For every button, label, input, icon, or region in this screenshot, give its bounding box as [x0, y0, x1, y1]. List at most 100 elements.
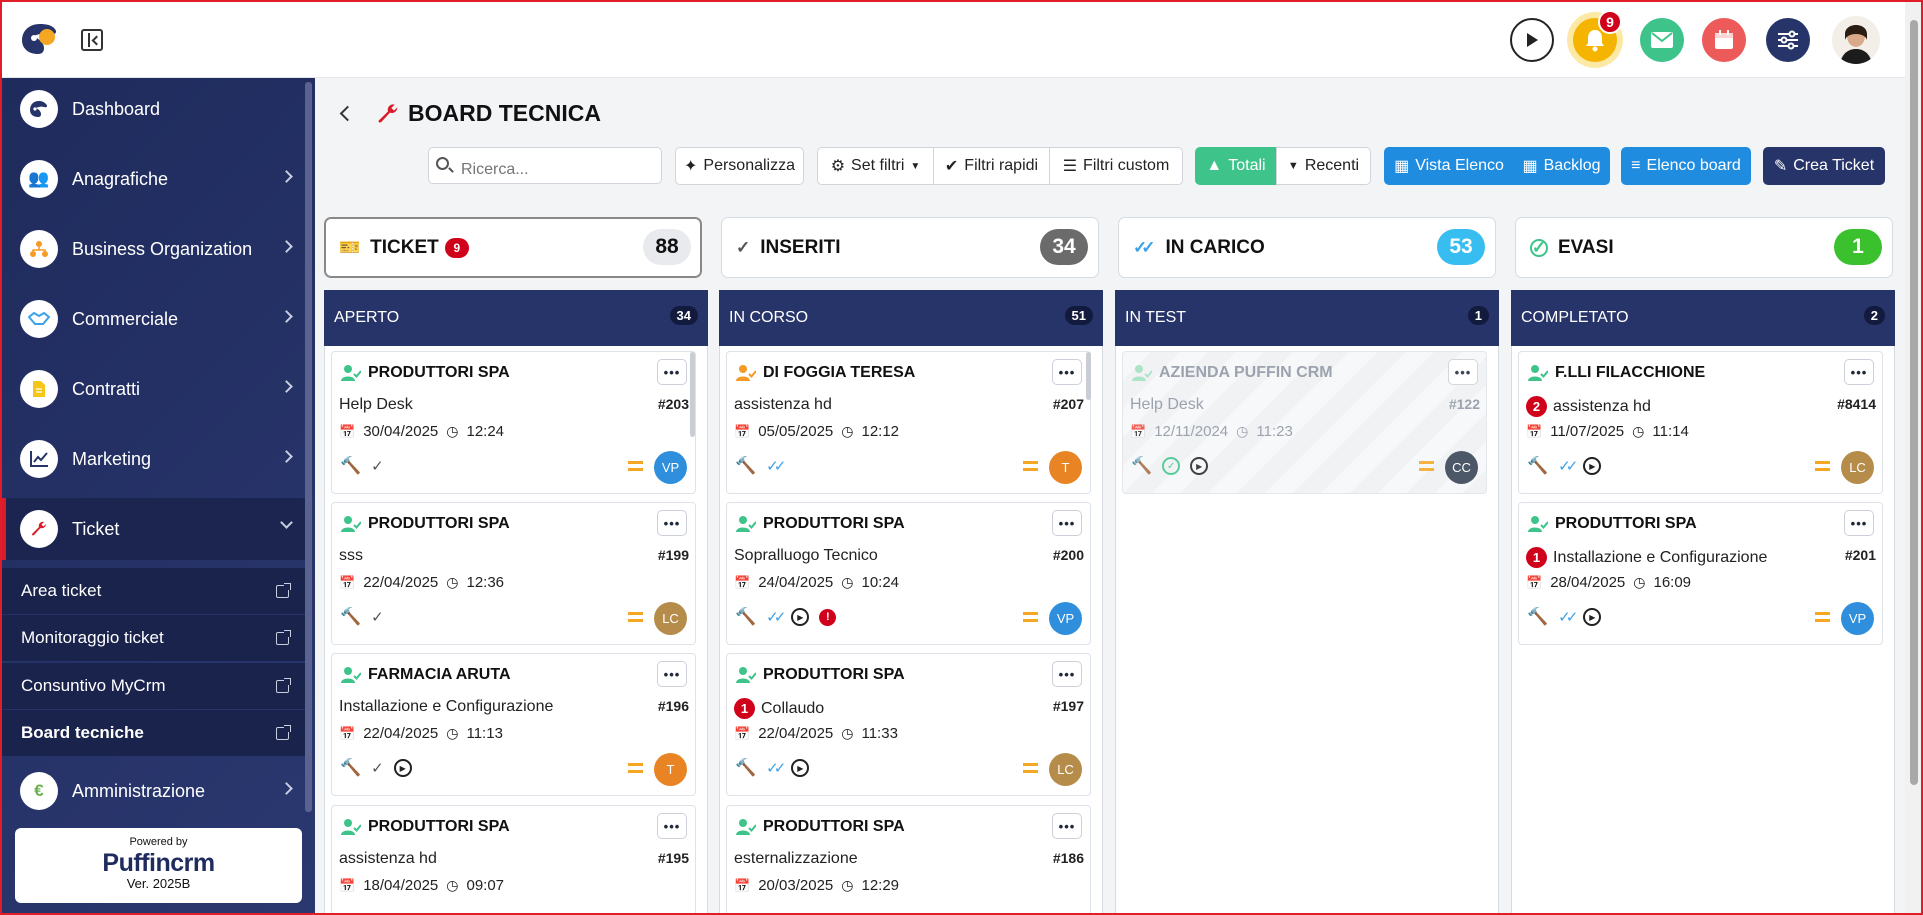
ticket-card[interactable]: F.LLI FILACCHIONE ••• 2 assistenza hd #84…: [1518, 351, 1883, 494]
assignee-avatar[interactable]: T: [654, 753, 687, 786]
ticket-time: 12:29: [861, 877, 900, 894]
ticket-card[interactable]: PRODUTTORI SPA ••• Help Desk #203 📅 30/0…: [331, 351, 696, 494]
more-options-button[interactable]: •••: [1448, 359, 1478, 385]
ticket-status-icons: 🔨 ✓ ▶: [1131, 456, 1209, 476]
settings-sliders-icon: [1778, 30, 1798, 50]
play-circle-icon[interactable]: ▶: [791, 608, 810, 626]
ticket-card[interactable]: PRODUTTORI SPA ••• 1 Collaudo #197 📅 22/0…: [726, 653, 1091, 796]
set-filtri-button[interactable]: ⚙ Set filtri ▼: [817, 147, 934, 185]
calendar-icon: 📅: [1526, 574, 1543, 590]
ticket-description: sss: [339, 547, 363, 565]
ticket-number: #203: [657, 396, 689, 412]
column-title: APERTO: [334, 309, 400, 326]
page-scrollbar-thumb[interactable]: [1910, 20, 1918, 785]
ticket-card[interactable]: PRODUTTORI SPA ••• assistenza hd #195 📅 …: [331, 805, 696, 915]
summary-evasi[interactable]: ✓ EVASI 1: [1515, 217, 1893, 278]
calendar-icon: 📅: [339, 725, 356, 741]
more-options-button[interactable]: •••: [657, 510, 687, 536]
ticket-date: 18/04/2025: [363, 877, 439, 894]
assignee-avatar[interactable]: T: [1049, 451, 1082, 484]
sidebar-scrollbar[interactable]: [305, 82, 312, 812]
ticket-number: #207: [1052, 396, 1084, 412]
sidebar-item-dashboard[interactable]: Dashboard: [2, 78, 305, 140]
priority-medium-icon: [1023, 612, 1038, 622]
play-circle-icon[interactable]: ▶: [393, 759, 412, 777]
personalizza-button[interactable]: ✦ Personalizza: [675, 147, 804, 185]
sidebar-subitem-area-ticket[interactable]: Area ticket: [2, 568, 305, 614]
summary-ticket[interactable]: 🎫 TICKET 9 88: [324, 217, 702, 278]
more-options-button[interactable]: •••: [1052, 661, 1082, 687]
assignee-avatar[interactable]: VP: [1841, 602, 1874, 635]
ticket-card[interactable]: PRODUTTORI SPA ••• Sopralluogo Tecnico #…: [726, 502, 1091, 645]
assignee-avatar[interactable]: CC: [1445, 451, 1478, 484]
elenco-board-button[interactable]: ≡ Elenco board: [1621, 147, 1751, 185]
column-scrollbar[interactable]: [690, 352, 695, 437]
edit-icon: ✎: [1773, 158, 1788, 175]
sidebar-item-ticket[interactable]: Ticket: [2, 498, 305, 560]
summary-in-carico[interactable]: ✓✓ IN CARICO 53: [1118, 217, 1496, 278]
mail-button[interactable]: [1640, 18, 1684, 62]
more-options-button[interactable]: •••: [657, 813, 687, 839]
more-options-button[interactable]: •••: [1844, 510, 1874, 536]
recenti-toggle[interactable]: ▼ Recenti: [1276, 147, 1371, 185]
search-input[interactable]: [428, 147, 662, 184]
page-scrollbar[interactable]: [1905, 0, 1923, 915]
filtri-custom-button[interactable]: ☰ Filtri custom: [1049, 147, 1183, 185]
ticket-date: 22/04/2025: [758, 725, 834, 742]
collapse-sidebar-icon[interactable]: [81, 29, 103, 51]
sidebar-subitem-board-tecniche[interactable]: Board tecniche: [2, 710, 305, 756]
sidebar-subitem-consuntivo-mycrm[interactable]: Consuntivo MyCrm: [2, 663, 305, 709]
sidebar-item-marketing[interactable]: Marketing: [2, 428, 305, 490]
play-circle-icon[interactable]: ▶: [1583, 608, 1602, 626]
ticket-date: 30/04/2025: [363, 423, 439, 440]
more-options-button[interactable]: •••: [1052, 813, 1082, 839]
user-avatar[interactable]: [1832, 16, 1880, 64]
page-title-text: BOARD TECNICA: [408, 100, 601, 126]
sidebar-item-contratti[interactable]: Contratti: [2, 358, 305, 420]
ticket-card[interactable]: AZIENDA PUFFIN CRM ••• Help Desk #122 📅 …: [1122, 351, 1487, 494]
assignee-avatar[interactable]: LC: [1841, 451, 1874, 484]
chevron-down-circle-icon: ▼: [1287, 160, 1299, 172]
assignee-avatar[interactable]: LC: [1049, 753, 1082, 786]
backlog-button[interactable]: ▦ Backlog: [1513, 147, 1610, 185]
calendar-icon: 📅: [734, 877, 751, 893]
priority-medium-icon: [1023, 461, 1038, 471]
assignee-avatar[interactable]: LC: [654, 602, 687, 635]
summary-inseriti[interactable]: ✓ INSERITI 34: [721, 217, 1099, 278]
ticket-card[interactable]: PRODUTTORI SPA ••• esternalizzazione #18…: [726, 805, 1091, 915]
more-options-button[interactable]: •••: [1052, 359, 1082, 385]
sidebar-item-business-organization[interactable]: Business Organization: [2, 218, 305, 280]
more-options-button[interactable]: •••: [657, 661, 687, 687]
play-button[interactable]: [1510, 18, 1554, 62]
check-icon: ✓: [371, 458, 384, 475]
assignee-avatar[interactable]: VP: [1049, 602, 1082, 635]
column-scrollbar[interactable]: [1086, 352, 1091, 400]
double-check-icon: ✓✓: [1133, 237, 1155, 257]
filtri-rapidi-button[interactable]: ✔ Filtri rapidi: [933, 147, 1050, 185]
calendar-button[interactable]: [1702, 18, 1746, 62]
vista-elenco-button[interactable]: ▦ Vista Elenco: [1384, 147, 1514, 185]
puffin-logo[interactable]: [20, 22, 60, 56]
sidebar-item-commerciale[interactable]: Commerciale: [2, 288, 305, 350]
ticket-description: 2 assistenza hd: [1526, 396, 1651, 417]
assignee-avatar[interactable]: VP: [654, 451, 687, 484]
user-check-icon: [341, 819, 361, 835]
ticket-card[interactable]: PRODUTTORI SPA ••• 1 Installazione e Conf…: [1518, 502, 1883, 645]
play-circle-icon[interactable]: ▶: [791, 759, 810, 777]
ticket-client: F.LLI FILACCHIONE: [1555, 364, 1706, 381]
more-options-button[interactable]: •••: [1052, 510, 1082, 536]
play-circle-icon[interactable]: ▶: [1190, 457, 1209, 475]
sidebar-subitem-monitoraggio-ticket[interactable]: Monitoraggio ticket: [2, 615, 305, 661]
play-circle-icon[interactable]: ▶: [1583, 457, 1602, 475]
sidebar-item-amministrazione[interactable]: € Amministrazione: [2, 760, 305, 822]
more-options-button[interactable]: •••: [1844, 359, 1874, 385]
crea-ticket-button[interactable]: ✎ Crea Ticket: [1763, 147, 1885, 185]
ticket-card[interactable]: FARMACIA ARUTA ••• Installazione e Confi…: [331, 653, 696, 796]
ticket-description: 1 Collaudo: [734, 698, 824, 719]
ticket-card[interactable]: PRODUTTORI SPA ••• sss #199 📅 22/04/2025…: [331, 502, 696, 645]
ticket-card[interactable]: DI FOGGIA TERESA ••• assistenza hd #207 …: [726, 351, 1091, 494]
more-options-button[interactable]: •••: [657, 359, 687, 385]
totali-toggle[interactable]: ▲ Totali: [1195, 147, 1277, 185]
sidebar-item-anagrafiche[interactable]: 👥 Anagrafiche: [2, 148, 305, 210]
settings-button[interactable]: [1766, 18, 1810, 62]
